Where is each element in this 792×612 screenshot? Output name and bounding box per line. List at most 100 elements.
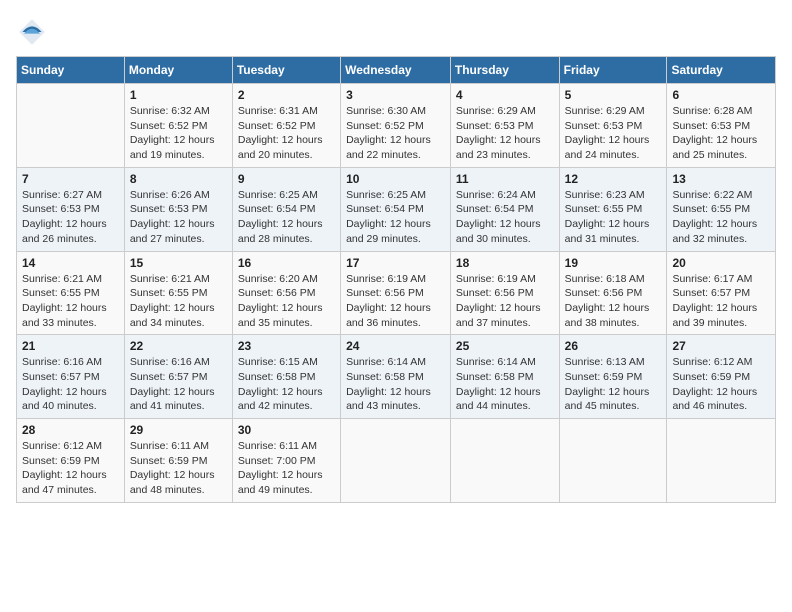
col-header-monday: Monday bbox=[124, 57, 232, 84]
day-cell: 19 Sunrise: 6:18 AM Sunset: 6:56 PM Dayli… bbox=[559, 251, 667, 335]
page-header bbox=[16, 16, 776, 48]
day-cell bbox=[17, 84, 125, 168]
day-number: 7 bbox=[22, 172, 119, 186]
logo-icon bbox=[16, 16, 48, 48]
day-cell: 15 Sunrise: 6:21 AM Sunset: 6:55 PM Dayli… bbox=[124, 251, 232, 335]
day-info: Sunrise: 6:30 AM Sunset: 6:52 PM Dayligh… bbox=[346, 104, 445, 163]
day-cell: 22 Sunrise: 6:16 AM Sunset: 6:57 PM Dayli… bbox=[124, 335, 232, 419]
day-info: Sunrise: 6:17 AM Sunset: 6:57 PM Dayligh… bbox=[672, 272, 770, 331]
day-cell: 28 Sunrise: 6:12 AM Sunset: 6:59 PM Dayli… bbox=[17, 419, 125, 503]
day-cell: 5Sunrise: 6:29 AM Sunset: 6:53 PM Daylig… bbox=[559, 84, 667, 168]
day-info: Sunrise: 6:32 AM Sunset: 6:52 PM Dayligh… bbox=[130, 104, 227, 163]
day-info: Sunrise: 6:14 AM Sunset: 6:58 PM Dayligh… bbox=[346, 355, 445, 414]
col-header-saturday: Saturday bbox=[667, 57, 776, 84]
day-cell: 21Sunrise: 6:16 AM Sunset: 6:57 PM Dayli… bbox=[17, 335, 125, 419]
day-number: 19 bbox=[565, 256, 662, 270]
day-number: 5 bbox=[565, 88, 662, 102]
day-info: Sunrise: 6:25 AM Sunset: 6:54 PM Dayligh… bbox=[346, 188, 445, 247]
day-cell: 6Sunrise: 6:28 AM Sunset: 6:53 PM Daylig… bbox=[667, 84, 776, 168]
day-number: 23 bbox=[238, 339, 335, 353]
day-number: 18 bbox=[456, 256, 554, 270]
day-info: Sunrise: 6:24 AM Sunset: 6:54 PM Dayligh… bbox=[456, 188, 554, 247]
logo bbox=[16, 16, 52, 48]
day-cell: 9 Sunrise: 6:25 AM Sunset: 6:54 PM Daylig… bbox=[232, 167, 340, 251]
day-number: 8 bbox=[130, 172, 227, 186]
day-info: Sunrise: 6:12 AM Sunset: 6:59 PM Dayligh… bbox=[672, 355, 770, 414]
week-row-5: 28 Sunrise: 6:12 AM Sunset: 6:59 PM Dayli… bbox=[17, 419, 776, 503]
day-info: Sunrise: 6:18 AM Sunset: 6:56 PM Dayligh… bbox=[565, 272, 662, 331]
day-number: 9 bbox=[238, 172, 335, 186]
day-cell: 25Sunrise: 6:14 AM Sunset: 6:58 PM Dayli… bbox=[450, 335, 559, 419]
day-info: Sunrise: 6:21 AM Sunset: 6:55 PM Dayligh… bbox=[22, 272, 119, 331]
day-info: Sunrise: 6:19 AM Sunset: 6:56 PM Dayligh… bbox=[456, 272, 554, 331]
day-number: 24 bbox=[346, 339, 445, 353]
day-info: Sunrise: 6:13 AM Sunset: 6:59 PM Dayligh… bbox=[565, 355, 662, 414]
day-number: 27 bbox=[672, 339, 770, 353]
day-info: Sunrise: 6:16 AM Sunset: 6:57 PM Dayligh… bbox=[130, 355, 227, 414]
day-number: 26 bbox=[565, 339, 662, 353]
day-number: 4 bbox=[456, 88, 554, 102]
day-number: 22 bbox=[130, 339, 227, 353]
day-number: 28 bbox=[22, 423, 119, 437]
col-header-sunday: Sunday bbox=[17, 57, 125, 84]
day-info: Sunrise: 6:15 AM Sunset: 6:58 PM Dayligh… bbox=[238, 355, 335, 414]
day-cell: 2 Sunrise: 6:31 AM Sunset: 6:52 PM Daylig… bbox=[232, 84, 340, 168]
day-info: Sunrise: 6:29 AM Sunset: 6:53 PM Dayligh… bbox=[456, 104, 554, 163]
week-row-3: 14Sunrise: 6:21 AM Sunset: 6:55 PM Dayli… bbox=[17, 251, 776, 335]
day-number: 20 bbox=[672, 256, 770, 270]
day-cell bbox=[341, 419, 451, 503]
day-info: Sunrise: 6:11 AM Sunset: 6:59 PM Dayligh… bbox=[130, 439, 227, 498]
header-row: SundayMondayTuesdayWednesdayThursdayFrid… bbox=[17, 57, 776, 84]
day-cell bbox=[667, 419, 776, 503]
day-info: Sunrise: 6:11 AM Sunset: 7:00 PM Dayligh… bbox=[238, 439, 335, 498]
day-info: Sunrise: 6:23 AM Sunset: 6:55 PM Dayligh… bbox=[565, 188, 662, 247]
day-cell: 27 Sunrise: 6:12 AM Sunset: 6:59 PM Dayli… bbox=[667, 335, 776, 419]
col-header-thursday: Thursday bbox=[450, 57, 559, 84]
day-info: Sunrise: 6:21 AM Sunset: 6:55 PM Dayligh… bbox=[130, 272, 227, 331]
day-number: 15 bbox=[130, 256, 227, 270]
day-cell: 24 Sunrise: 6:14 AM Sunset: 6:58 PM Dayli… bbox=[341, 335, 451, 419]
day-cell: 4 Sunrise: 6:29 AM Sunset: 6:53 PM Daylig… bbox=[450, 84, 559, 168]
day-info: Sunrise: 6:22 AM Sunset: 6:55 PM Dayligh… bbox=[672, 188, 770, 247]
day-cell: 7 Sunrise: 6:27 AM Sunset: 6:53 PM Daylig… bbox=[17, 167, 125, 251]
day-cell: 18 Sunrise: 6:19 AM Sunset: 6:56 PM Dayli… bbox=[450, 251, 559, 335]
day-cell bbox=[450, 419, 559, 503]
day-info: Sunrise: 6:19 AM Sunset: 6:56 PM Dayligh… bbox=[346, 272, 445, 331]
day-number: 17 bbox=[346, 256, 445, 270]
week-row-1: 1 Sunrise: 6:32 AM Sunset: 6:52 PM Daylig… bbox=[17, 84, 776, 168]
day-cell: 17 Sunrise: 6:19 AM Sunset: 6:56 PM Dayli… bbox=[341, 251, 451, 335]
day-info: Sunrise: 6:31 AM Sunset: 6:52 PM Dayligh… bbox=[238, 104, 335, 163]
day-cell: 11Sunrise: 6:24 AM Sunset: 6:54 PM Dayli… bbox=[450, 167, 559, 251]
day-cell: 20 Sunrise: 6:17 AM Sunset: 6:57 PM Dayli… bbox=[667, 251, 776, 335]
day-number: 1 bbox=[130, 88, 227, 102]
day-info: Sunrise: 6:12 AM Sunset: 6:59 PM Dayligh… bbox=[22, 439, 119, 498]
day-cell: 12 Sunrise: 6:23 AM Sunset: 6:55 PM Dayli… bbox=[559, 167, 667, 251]
day-cell bbox=[559, 419, 667, 503]
day-number: 21 bbox=[22, 339, 119, 353]
day-info: Sunrise: 6:26 AM Sunset: 6:53 PM Dayligh… bbox=[130, 188, 227, 247]
day-number: 12 bbox=[565, 172, 662, 186]
day-number: 3 bbox=[346, 88, 445, 102]
day-number: 6 bbox=[672, 88, 770, 102]
day-number: 25 bbox=[456, 339, 554, 353]
day-cell: 23 Sunrise: 6:15 AM Sunset: 6:58 PM Dayli… bbox=[232, 335, 340, 419]
day-cell: 16 Sunrise: 6:20 AM Sunset: 6:56 PM Dayli… bbox=[232, 251, 340, 335]
day-cell: 30 Sunrise: 6:11 AM Sunset: 7:00 PM Dayli… bbox=[232, 419, 340, 503]
day-cell: 14Sunrise: 6:21 AM Sunset: 6:55 PM Dayli… bbox=[17, 251, 125, 335]
week-row-4: 21 Sunrise: 6:16 AM Sunset: 6:57 PM Dayli… bbox=[17, 335, 776, 419]
calendar-header: SundayMondayTuesdayWednesdayThursdayFrid… bbox=[17, 57, 776, 84]
day-number: 13 bbox=[672, 172, 770, 186]
day-cell: 26 Sunrise: 6:13 AM Sunset: 6:59 PM Dayli… bbox=[559, 335, 667, 419]
day-info: Sunrise: 6:20 AM Sunset: 6:56 PM Dayligh… bbox=[238, 272, 335, 331]
calendar-table: SundayMondayTuesdayWednesdayThursdayFrid… bbox=[16, 56, 776, 503]
day-number: 2 bbox=[238, 88, 335, 102]
day-info: Sunrise: 6:25 AM Sunset: 6:54 PM Dayligh… bbox=[238, 188, 335, 247]
day-cell: 10 Sunrise: 6:25 AM Sunset: 6:54 PM Dayli… bbox=[341, 167, 451, 251]
day-cell: 29Sunrise: 6:11 AM Sunset: 6:59 PM Dayli… bbox=[124, 419, 232, 503]
col-header-wednesday: Wednesday bbox=[341, 57, 451, 84]
day-info: Sunrise: 6:27 AM Sunset: 6:53 PM Dayligh… bbox=[22, 188, 119, 247]
day-number: 10 bbox=[346, 172, 445, 186]
day-number: 16 bbox=[238, 256, 335, 270]
day-number: 30 bbox=[238, 423, 335, 437]
week-row-2: 7 Sunrise: 6:27 AM Sunset: 6:53 PM Daylig… bbox=[17, 167, 776, 251]
